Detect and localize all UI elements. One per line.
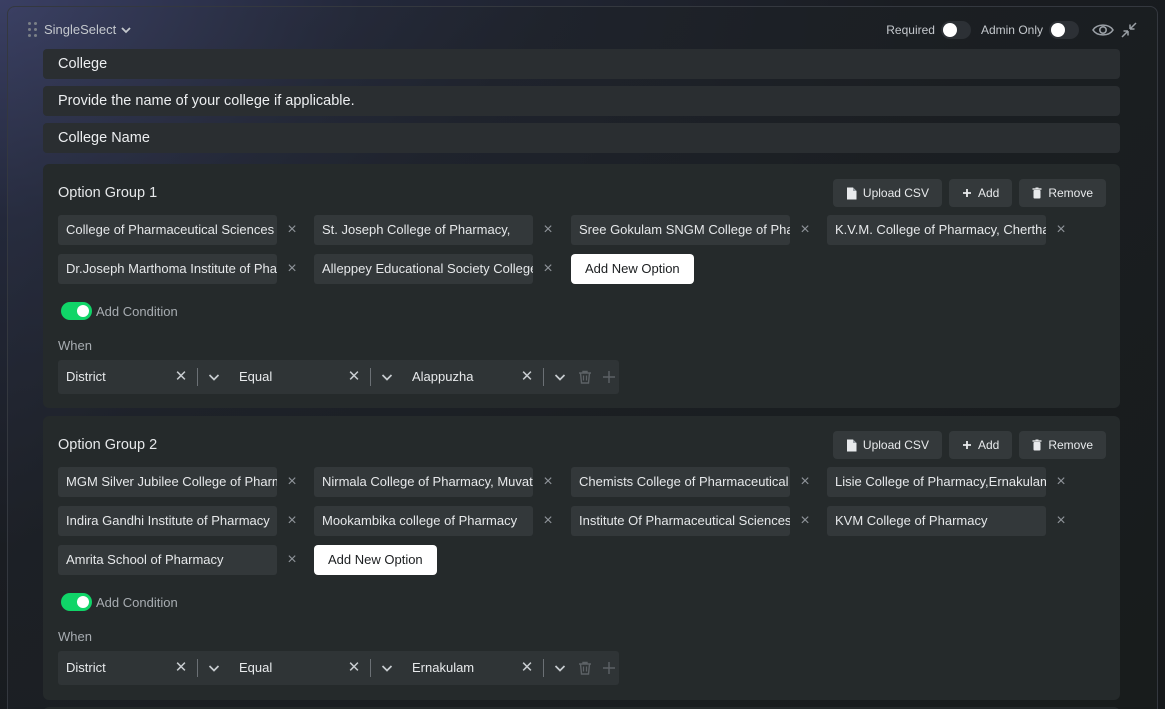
remove-label: Remove: [1048, 438, 1093, 452]
upload-csv-button[interactable]: Upload CSV: [832, 179, 942, 207]
option-input[interactable]: Indira Gandhi Institute of Pharmacy: [58, 506, 277, 536]
when-label: When: [58, 629, 92, 644]
option-input[interactable]: MGM Silver Jubilee College of Pharmacy: [58, 467, 277, 497]
option-group-title: Option Group 2: [58, 437, 158, 453]
plus-icon[interactable]: [601, 369, 617, 385]
remove-group-button[interactable]: Remove: [1019, 431, 1106, 459]
remove-option-icon[interactable]: ×: [284, 513, 300, 529]
remove-group-button[interactable]: Remove: [1019, 179, 1106, 207]
field-editor-card: SingleSelect Required Admin Only College…: [7, 6, 1158, 709]
condition-value-select[interactable]: Ernakulam: [412, 651, 474, 685]
remove-option-icon[interactable]: ×: [540, 222, 556, 238]
when-label: When: [58, 338, 92, 353]
remove-option-icon[interactable]: ×: [540, 513, 556, 529]
remove-option-icon[interactable]: ×: [1053, 513, 1069, 529]
option-input[interactable]: St. Joseph College of Pharmacy,: [314, 215, 533, 245]
add-group-button[interactable]: Add: [948, 179, 1013, 207]
condition-operator-select[interactable]: Equal: [239, 651, 272, 685]
trash-icon: [1032, 187, 1042, 199]
option-group-title: Option Group 1: [58, 185, 158, 201]
trash-icon[interactable]: [577, 660, 593, 676]
chevron-down-icon[interactable]: [207, 370, 221, 384]
add-group-button[interactable]: Add: [948, 431, 1013, 459]
option-input[interactable]: Mookambika college of Pharmacy: [314, 506, 533, 536]
add-condition-label: Add Condition: [96, 595, 178, 610]
plus-icon: [962, 441, 971, 449]
field-type-label: SingleSelect: [44, 22, 117, 37]
option-input[interactable]: Lisie College of Pharmacy,Ernakulam: [827, 467, 1046, 497]
condition-value-select[interactable]: Alappuzha: [412, 360, 473, 394]
clear-operator-icon[interactable]: ✕: [347, 369, 361, 384]
remove-label: Remove: [1048, 186, 1093, 200]
clear-value-icon[interactable]: ✕: [520, 369, 534, 384]
required-label: Required: [886, 23, 935, 37]
plus-icon[interactable]: [601, 660, 617, 676]
remove-option-icon[interactable]: ×: [797, 474, 813, 490]
add-condition-label: Add Condition: [96, 304, 178, 319]
chevron-down-icon[interactable]: [380, 661, 394, 675]
option-input[interactable]: Sree Gokulam SNGM College of Pharmacy: [571, 215, 790, 245]
option-input[interactable]: KVM College of Pharmacy: [827, 506, 1046, 536]
add-condition-toggle[interactable]: [61, 593, 92, 611]
upload-csv-label: Upload CSV: [862, 186, 929, 200]
field-description-input[interactable]: Provide the name of your college if appl…: [43, 86, 1120, 116]
field-type-select[interactable]: SingleSelect: [44, 22, 132, 37]
add-label: Add: [977, 186, 1000, 200]
upload-csv-label: Upload CSV: [862, 438, 929, 452]
condition-row: District ✕ Equal ✕ Ernakulam ✕: [58, 651, 619, 685]
field-placeholder-input[interactable]: College Name: [43, 123, 1120, 153]
option-input[interactable]: Nirmala College of Pharmacy, Muvattupuzh…: [314, 467, 533, 497]
file-icon: [846, 439, 857, 451]
condition-operator-select[interactable]: Equal: [239, 360, 272, 394]
clear-value-icon[interactable]: ✕: [520, 660, 534, 675]
option-input[interactable]: Chemists College of Pharmaceutical: [571, 467, 790, 497]
field-label-input[interactable]: College: [43, 49, 1120, 79]
remove-option-icon[interactable]: ×: [797, 513, 813, 529]
clear-field-icon[interactable]: ✕: [174, 660, 188, 675]
upload-csv-button[interactable]: Upload CSV: [832, 431, 942, 459]
option-input[interactable]: Amrita School of Pharmacy: [58, 545, 277, 575]
add-condition-toggle[interactable]: [61, 302, 92, 320]
remove-option-icon[interactable]: ×: [1053, 474, 1069, 490]
file-icon: [846, 187, 857, 199]
remove-option-icon[interactable]: ×: [284, 474, 300, 490]
chevron-down-icon[interactable]: [207, 661, 221, 675]
remove-option-icon[interactable]: ×: [284, 222, 300, 238]
remove-option-icon[interactable]: ×: [1053, 222, 1069, 238]
option-input[interactable]: Institute Of Pharmaceutical Sciences: [571, 506, 790, 536]
option-group-2: Option Group 2 Upload CSV Add Remove MGM…: [43, 416, 1120, 700]
trash-icon[interactable]: [577, 369, 593, 385]
add-new-option-button[interactable]: Add New Option: [571, 254, 694, 284]
condition-field-select[interactable]: District: [66, 360, 106, 394]
condition-field-select[interactable]: District: [66, 651, 106, 685]
remove-option-icon[interactable]: ×: [540, 474, 556, 490]
add-label: Add: [977, 438, 1000, 452]
chevron-down-icon[interactable]: [380, 370, 394, 384]
option-input[interactable]: Dr.Joseph Marthoma Institute of Pharmacy: [58, 254, 277, 284]
trash-icon: [1032, 439, 1042, 451]
option-input[interactable]: Alleppey Educational Society College: [314, 254, 533, 284]
preview-eye-icon[interactable]: [1091, 19, 1115, 41]
option-group-1: Option Group 1 Upload CSV Add Remove Col…: [43, 164, 1120, 408]
field-toolbar: SingleSelect Required Admin Only: [26, 21, 1141, 39]
remove-option-icon[interactable]: ×: [284, 552, 300, 568]
remove-option-icon[interactable]: ×: [540, 261, 556, 277]
drag-handle-icon[interactable]: [28, 22, 38, 38]
option-input[interactable]: College of Pharmaceutical Sciences: [58, 215, 277, 245]
option-input[interactable]: K.V.M. College of Pharmacy, Cherthala: [827, 215, 1046, 245]
plus-icon: [962, 189, 971, 197]
chevron-down-icon[interactable]: [553, 661, 567, 675]
clear-operator-icon[interactable]: ✕: [347, 660, 361, 675]
chevron-down-icon: [121, 26, 131, 33]
remove-option-icon[interactable]: ×: [797, 222, 813, 238]
required-toggle[interactable]: [940, 21, 971, 39]
condition-row: District ✕ Equal ✕ Alappuzha ✕: [58, 360, 619, 394]
admin-only-toggle[interactable]: [1049, 21, 1079, 39]
admin-only-label: Admin Only: [980, 23, 1043, 37]
add-new-option-button[interactable]: Add New Option: [314, 545, 437, 575]
remove-option-icon[interactable]: ×: [284, 261, 300, 277]
collapse-icon[interactable]: [1117, 19, 1141, 41]
chevron-down-icon[interactable]: [553, 370, 567, 384]
clear-field-icon[interactable]: ✕: [174, 369, 188, 384]
